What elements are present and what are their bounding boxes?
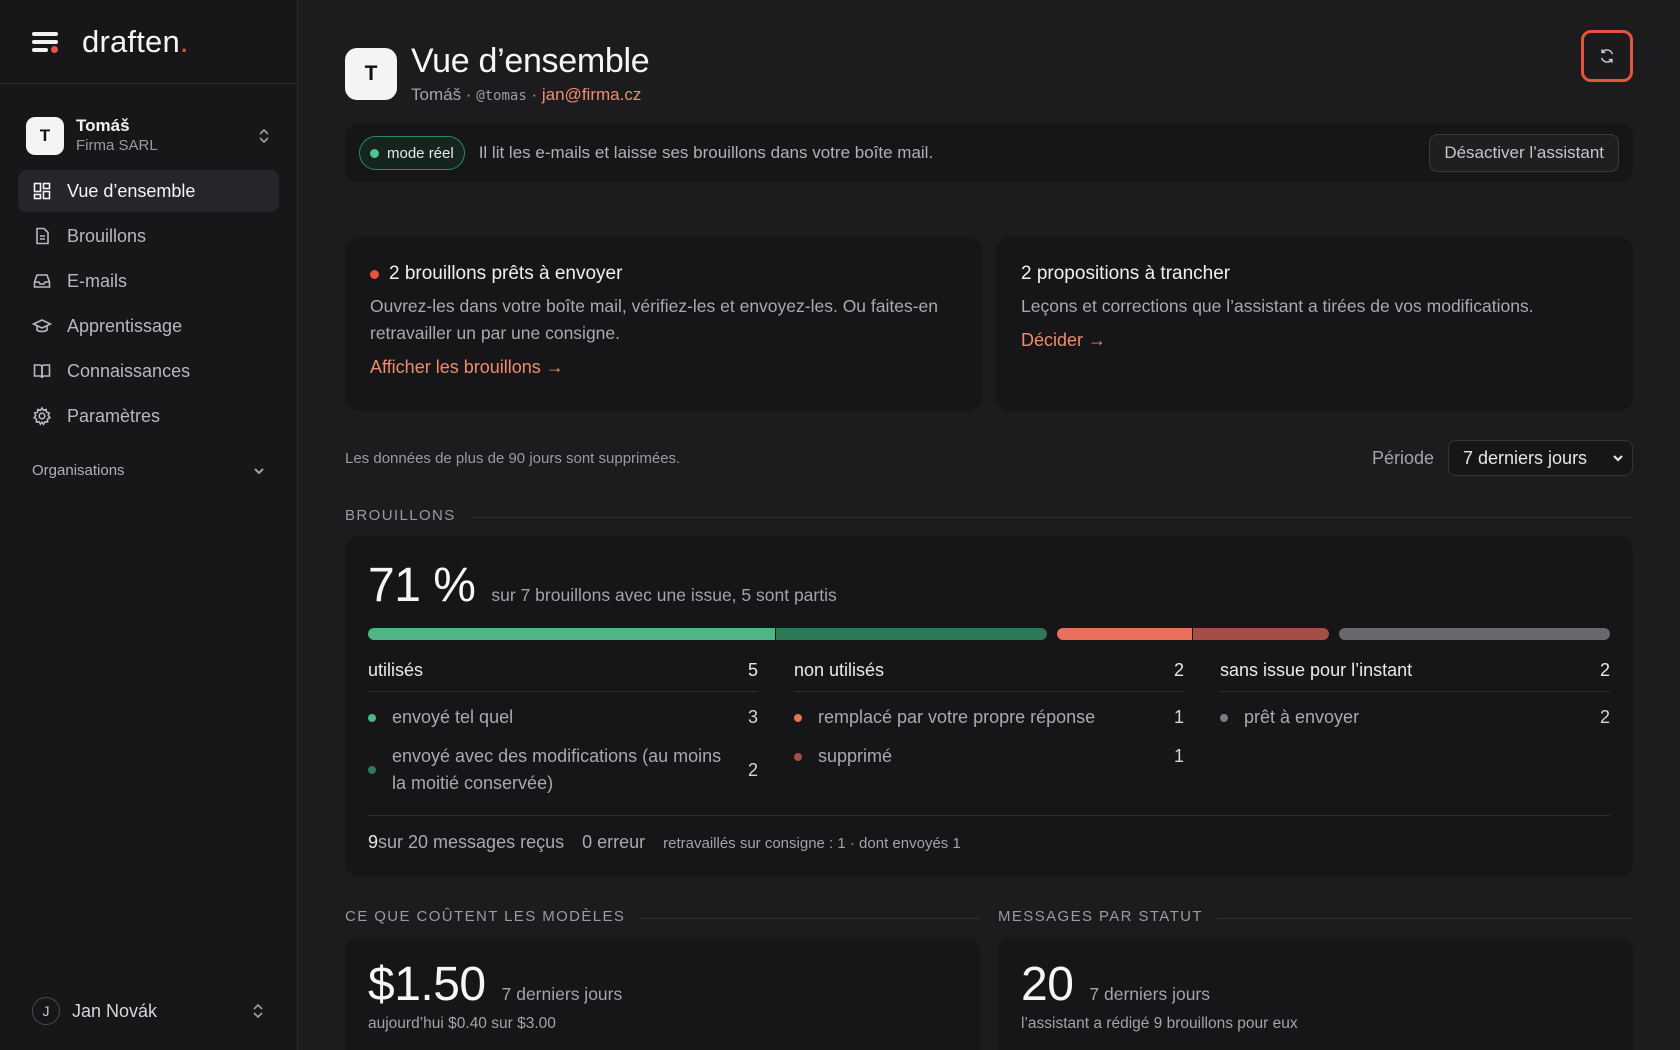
cost-period: 7 derniers jours [501,984,623,1004]
card-title: 2 propositions à trancher [1021,263,1231,284]
card-body: Ouvrez-les dans votre boîte mail, vérifi… [370,296,939,343]
drafts-footer: 9 sur 20 messages reçus 0 erreur retrava… [368,815,1610,853]
org-avatar: T [26,117,64,155]
list-item: supprimé 1 [794,743,1184,770]
bar-segment-sent-modified [775,628,1047,640]
list-item: envoyé avec des modifications (au moins … [368,743,758,797]
alert-dot [370,269,379,279]
nav-label: Apprentissage [67,315,183,336]
drafts-summary: sur 7 brouillons avec une issue, 5 sont … [491,585,837,605]
document-icon [32,226,52,246]
outcome-bar [368,628,1610,640]
graduation-cap-icon [32,316,52,336]
gear-icon [32,406,52,426]
main-nav: Vue d’ensemble Brouillons E-mails Appren… [18,170,279,437]
bar-segment-replaced [1056,628,1193,640]
nav-item-overview[interactable]: Vue d’ensemble [18,170,279,212]
unused-column: non utilisés 2 remplacé par votre propre … [794,660,1184,797]
period-select[interactable]: 7 derniers jours [1448,440,1633,476]
inbox-icon [32,271,52,291]
drafts-section-heading: BROUILLONS [345,505,1633,525]
card-title: 2 brouillons prêts à envoyer [370,263,957,285]
status-dot [370,148,379,158]
used-column: utilisés 5 envoyé tel quel 3 envoyé avec d… [368,660,758,797]
bottom-cards: $1.50 7 derniers jours aujourd’hui $0.40… [345,937,1633,1050]
organisations-label: Organisations [32,461,125,479]
nav-label: Connaissances [67,360,191,381]
mode-description: Il lit les e-mails et laisse ses brouill… [478,143,934,162]
retention-row: Les données de plus de 90 jours sont sup… [345,440,1633,476]
received-count: 9 [368,832,379,852]
chevron-down-icon [253,464,265,476]
page-subtitle: Tomáš · @tomas · jan@firma.cz [411,85,642,104]
status-card: 20 7 derniers jours l’assistant a rédigé… [998,937,1633,1050]
nav-label: Vue d’ensemble [67,180,196,201]
decide-link[interactable]: Décider → [1021,330,1106,351]
sidebar: draften. T Tomáš Firma SARL Vue d’ensemb… [0,0,298,1050]
main-content: T Vue d’ensemble Tomáš · @tomas · jan@fi… [345,0,1633,1050]
messages-note: l’assistant a rédigé 9 brouillons pour e… [1021,1015,1298,1032]
nav-label: Brouillons [67,225,147,246]
bar-segment-deleted [1193,628,1329,640]
nav-item-settings[interactable]: Paramètres [18,395,279,437]
organisations-toggle[interactable]: Organisations [32,459,265,481]
card-body: Leçons et corrections que l’assistant a … [1021,296,1534,316]
nav-label: Paramètres [67,405,161,426]
list-item: remplacé par votre propre réponse 1 [794,704,1184,731]
costs-card: $1.50 7 derniers jours aujourd’hui $0.40… [345,937,980,1050]
proposals-card: 2 propositions à trancher Leçons et corr… [996,237,1633,411]
show-drafts-link[interactable]: Afficher les brouillons → [370,357,564,378]
refresh-icon [1600,49,1614,63]
period-label: Période [1371,447,1434,468]
header-name: Tomáš [411,85,462,104]
list-item: envoyé tel quel 3 [368,704,758,731]
costs-section-heading: CE QUE COÛTENT LES MODÈLES [345,906,980,926]
grid-icon [32,181,52,201]
drafts-ready-card: 2 brouillons prêts à envoyer Ouvrez-les … [345,237,982,411]
header-email[interactable]: jan@firma.cz [542,85,641,104]
header-handle: @tomas [476,88,527,104]
cost-value: $1.50 [368,958,486,1011]
cost-note: aujourd’hui $0.40 sur $3.00 [368,1015,556,1032]
page-header: T Vue d’ensemble Tomáš · @tomas · jan@fi… [345,30,1633,108]
chevron-updown-icon [251,1002,265,1020]
user-avatar: J [32,997,60,1025]
chevron-updown-icon [257,127,271,145]
bar-segment-pending [1338,628,1610,640]
mode-banner: mode réel Il lit les e-mails et laisse s… [345,124,1633,182]
logo[interactable]: draften. [82,24,189,60]
book-icon [32,361,52,381]
messages-value: 20 [1021,958,1074,1011]
org-switcher[interactable]: T Tomáš Firma SARL [26,114,271,158]
user-menu[interactable]: J Jan Novák [32,994,265,1028]
nav-item-drafts[interactable]: Brouillons [18,215,279,257]
page-title: Vue d’ensemble [411,42,650,80]
pending-column: sans issue pour l’instant 2 prêt à envoye… [1220,660,1610,797]
retention-note: Les données de plus de 90 jours sont sup… [345,449,681,467]
nav-label: E-mails [67,270,128,291]
reworked-note: retravaillés sur consigne : 1 · dont env… [663,835,961,852]
error-count: 0 erreur [582,832,646,852]
disable-assistant-button[interactable]: Désactiver l’assistant [1429,134,1619,172]
refresh-button[interactable] [1581,30,1633,82]
mode-badge: mode réel [359,136,465,170]
list-item: prêt à envoyer 2 [1220,704,1610,731]
menu-icon[interactable] [32,31,60,53]
chevron-down-icon [1613,455,1623,462]
action-cards: 2 brouillons prêts à envoyer Ouvrez-les … [345,237,1633,411]
nav-item-knowledge[interactable]: Connaissances [18,350,279,392]
drafts-percent: 71 % [368,559,476,612]
messages-period: 7 derniers jours [1089,984,1211,1004]
org-name: Tomáš [76,116,130,135]
status-section-heading: MESSAGES PAR STATUT [998,906,1633,926]
user-name: Jan Novák [72,1000,158,1021]
brand-bar: draften. [0,0,297,84]
nav-item-learning[interactable]: Apprentissage [18,305,279,347]
bar-segment-sent-as-is [368,628,775,640]
page-avatar: T [345,48,397,100]
drafts-stats-card: 71 % sur 7 brouillons avec une issue, 5 … [345,536,1633,877]
nav-item-emails[interactable]: E-mails [18,260,279,302]
org-company: Firma SARL [76,137,158,154]
